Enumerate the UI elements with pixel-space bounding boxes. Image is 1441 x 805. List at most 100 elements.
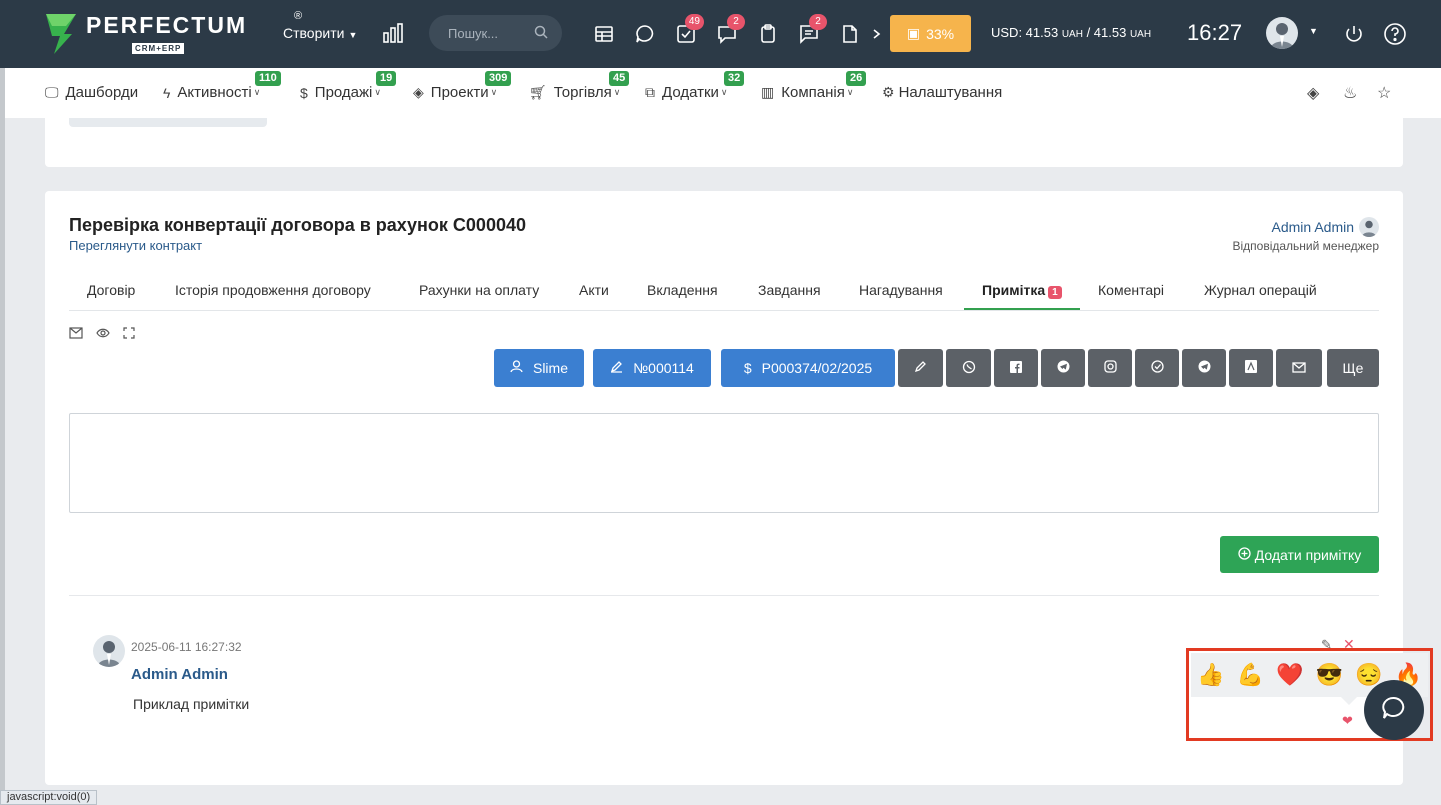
create-menu[interactable]: Створити ▼ bbox=[283, 25, 357, 41]
chat-icon[interactable] bbox=[635, 24, 655, 44]
gear-icon: ⚙ bbox=[882, 84, 895, 100]
edit-button[interactable] bbox=[898, 349, 943, 387]
chevron-down-icon: ∨ bbox=[846, 87, 854, 97]
chevron-down-icon: ∨ bbox=[374, 87, 381, 97]
search-box[interactable] bbox=[429, 15, 562, 51]
tab-contract[interactable]: Договір bbox=[87, 282, 135, 298]
nav-label: Компанія bbox=[781, 84, 845, 101]
view-contract-link[interactable]: Переглянути контракт bbox=[69, 238, 202, 253]
popup-pointer bbox=[1341, 697, 1357, 705]
dollar-icon: $ bbox=[743, 360, 752, 376]
send-icon bbox=[1198, 360, 1211, 376]
chat-widget-button[interactable] bbox=[1364, 680, 1424, 740]
reaction-heart[interactable]: ❤️ bbox=[1276, 662, 1303, 688]
nav-badge: 45 bbox=[609, 71, 630, 86]
nav-item-settings[interactable]: ⚙ Налаштування bbox=[882, 84, 1002, 101]
manager-link[interactable]: Admin Admin bbox=[1272, 217, 1379, 237]
note-author[interactable]: Admin Admin bbox=[131, 666, 228, 683]
heart-icon[interactable]: ❤ bbox=[1342, 713, 1353, 729]
discussion-icon[interactable]: 2 bbox=[717, 14, 745, 44]
nav-item-addons[interactable]: 32 ⧉ Додатки ∨ bbox=[645, 71, 745, 101]
rate-mid: / 41.53 bbox=[1082, 25, 1127, 40]
avatar[interactable] bbox=[1266, 17, 1298, 49]
facebook-button[interactable] bbox=[994, 349, 1038, 387]
task-button[interactable] bbox=[1135, 349, 1179, 387]
number-button[interactable]: №000114 bbox=[593, 349, 711, 387]
telegram-send-button[interactable] bbox=[1182, 349, 1226, 387]
nav-label: Налаштування bbox=[898, 84, 1003, 101]
client-button[interactable]: Slime bbox=[494, 349, 584, 387]
messages-icon[interactable]: 2 bbox=[799, 14, 827, 44]
tab-notes[interactable]: Примітка 1 bbox=[982, 282, 1062, 299]
progress-icon: ▣ bbox=[906, 25, 921, 41]
add-note-button[interactable]: Додати примітку bbox=[1220, 536, 1379, 573]
nav-label: Додатки bbox=[662, 84, 719, 101]
nav-item-dashboards[interactable]: 🖵 Дашборди bbox=[45, 84, 138, 101]
tab-invoices[interactable]: Рахунки на оплату bbox=[419, 282, 539, 298]
table-icon[interactable] bbox=[594, 24, 614, 44]
logo-mark-icon bbox=[44, 12, 80, 56]
card-stub bbox=[69, 118, 267, 127]
invoice-button[interactable]: $ P000374/02/2025 bbox=[721, 349, 895, 387]
reaction-thumbs-up[interactable]: 👍 bbox=[1197, 662, 1224, 688]
avatar bbox=[1359, 217, 1379, 237]
fire-icon[interactable]: ♨ bbox=[1343, 83, 1357, 103]
reaction-sunglasses[interactable]: 😎 bbox=[1316, 662, 1343, 688]
reaction-muscle[interactable]: 💪 bbox=[1237, 662, 1264, 688]
messages-badge: 2 bbox=[809, 14, 827, 30]
cart-icon: 🛒︎ bbox=[529, 84, 547, 100]
power-icon[interactable] bbox=[1344, 24, 1364, 44]
tab-comments[interactable]: Коментарі bbox=[1098, 282, 1164, 298]
nav-item-trade[interactable]: 45 🛒︎ Торгівля ∨ bbox=[529, 71, 630, 101]
tab-reminders[interactable]: Нагадування bbox=[859, 282, 943, 298]
note-date: 2025-06-11 16:27:32 bbox=[131, 640, 242, 654]
instagram-button[interactable] bbox=[1088, 349, 1132, 387]
user-icon bbox=[510, 360, 523, 376]
building-icon: ▥ bbox=[761, 84, 775, 100]
chevron-down-icon: ∨ bbox=[720, 87, 728, 97]
nav-item-projects[interactable]: 309 ◈ Проекти ∨ bbox=[413, 71, 512, 101]
nav-badge: 309 bbox=[485, 71, 512, 86]
rate-unit-2: UAH bbox=[1129, 29, 1152, 40]
tab-attachments[interactable]: Вкладення bbox=[647, 282, 718, 298]
document-icon[interactable] bbox=[840, 24, 860, 44]
tab-tasks[interactable]: Завдання bbox=[758, 282, 821, 298]
chevron-right-icon[interactable] bbox=[872, 24, 882, 44]
star-icon[interactable]: ☆ bbox=[1377, 83, 1391, 103]
eye-icon[interactable] bbox=[96, 326, 110, 344]
tab-operations-log[interactable]: Журнал операцій bbox=[1204, 282, 1317, 298]
layers-icon[interactable]: ◈ bbox=[1307, 83, 1319, 103]
more-button[interactable]: Ще bbox=[1327, 349, 1379, 387]
pdf-button[interactable] bbox=[1229, 349, 1273, 387]
mail-icon[interactable] bbox=[69, 326, 83, 344]
manager-name: Admin Admin bbox=[1271, 219, 1354, 235]
pencil-icon bbox=[914, 360, 927, 376]
clipboard-icon[interactable] bbox=[758, 24, 778, 44]
rate-prefix: USD: 41.53 bbox=[991, 25, 1059, 40]
tasks-icon[interactable]: 49 bbox=[676, 14, 704, 44]
logo[interactable]: PERFECTUM CRM+ERP ® bbox=[44, 10, 302, 56]
telegram-button[interactable] bbox=[1041, 349, 1085, 387]
help-icon[interactable] bbox=[1383, 22, 1407, 46]
tab-history[interactable]: Історія продовження договору bbox=[175, 282, 371, 298]
viber-icon bbox=[962, 360, 976, 377]
tab-acts[interactable]: Акти bbox=[579, 282, 609, 298]
nav-item-sales[interactable]: 19 $ Продажі ∨ bbox=[300, 71, 397, 101]
reports-chart-icon[interactable] bbox=[382, 22, 404, 49]
fullscreen-icon[interactable] bbox=[123, 326, 135, 344]
search-icon[interactable] bbox=[534, 25, 548, 44]
email-button[interactable] bbox=[1276, 349, 1322, 387]
nav-item-activities[interactable]: 110 ϟ Активності ∨ bbox=[163, 71, 281, 101]
mail-icon bbox=[1292, 360, 1306, 376]
chevron-down-icon[interactable]: ▼ bbox=[1309, 26, 1318, 36]
progress-button[interactable]: ▣ 33% bbox=[890, 15, 971, 52]
note-textarea[interactable] bbox=[69, 413, 1379, 513]
chat-icon bbox=[1380, 694, 1408, 727]
search-input[interactable] bbox=[448, 25, 528, 41]
nav-badge: 26 bbox=[846, 71, 867, 86]
nav-item-company[interactable]: 26 ▥ Компанія ∨ bbox=[761, 71, 867, 101]
avatar[interactable] bbox=[93, 635, 125, 667]
chevron-down-icon: ▼ bbox=[348, 30, 358, 40]
viber-button[interactable] bbox=[946, 349, 991, 387]
invoice-label: P000374/02/2025 bbox=[761, 360, 873, 376]
